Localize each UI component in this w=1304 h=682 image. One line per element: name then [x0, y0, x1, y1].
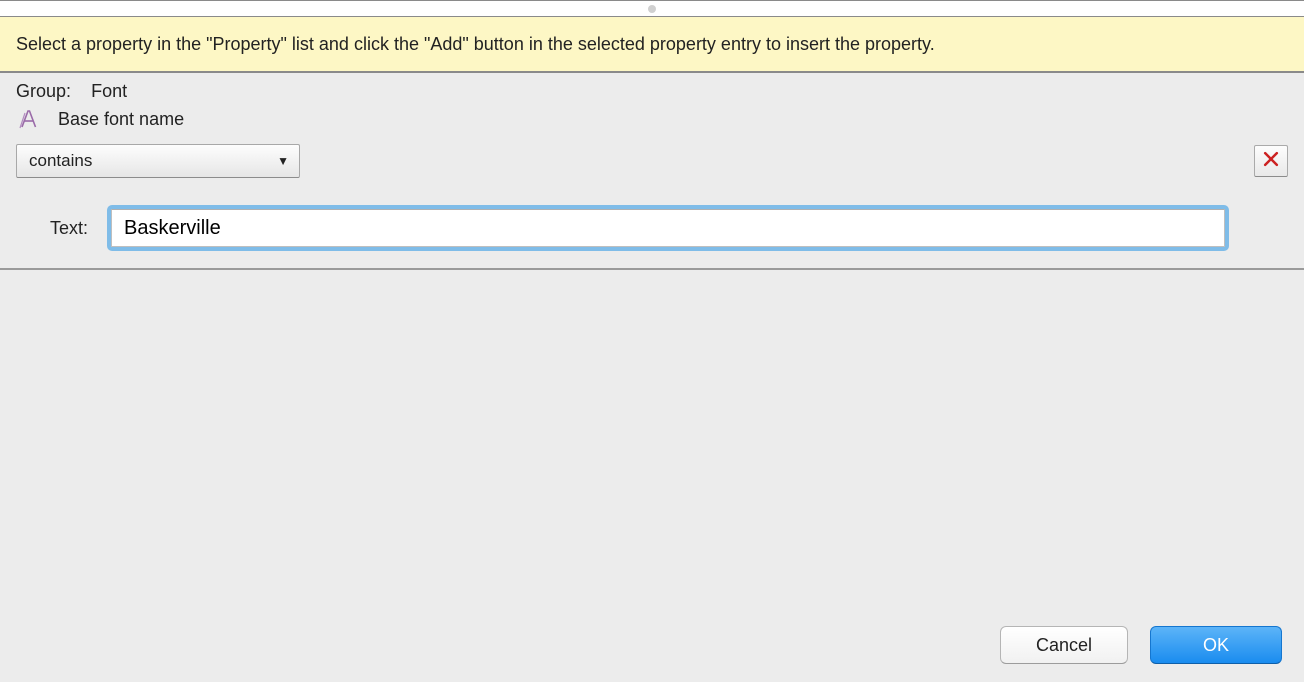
font-property-icon	[16, 106, 42, 132]
ok-button[interactable]: OK	[1150, 626, 1282, 664]
property-row: Base font name	[0, 104, 1304, 140]
group-label: Group:	[16, 81, 71, 101]
info-banner: Select a property in the "Property" list…	[0, 17, 1304, 73]
condition-row: contains ▼	[0, 140, 1304, 186]
group-row: Group: Font	[0, 73, 1304, 104]
condition-selected-value: contains	[29, 151, 92, 171]
text-input-row: Text:	[0, 186, 1304, 270]
group-value: Font	[91, 81, 127, 101]
property-name: Base font name	[58, 109, 184, 130]
ok-button-label: OK	[1203, 635, 1229, 656]
remove-condition-button[interactable]	[1254, 145, 1288, 177]
cancel-button-label: Cancel	[1036, 635, 1092, 656]
window-titlebar-strip	[0, 1, 1304, 17]
condition-combobox[interactable]: contains ▼	[16, 144, 300, 178]
text-field-focus-ring	[108, 206, 1228, 250]
delete-x-icon	[1261, 149, 1281, 174]
chevron-down-icon: ▼	[277, 154, 289, 168]
dialog-window: Select a property in the "Property" list…	[0, 0, 1304, 682]
info-banner-text: Select a property in the "Property" list…	[16, 34, 935, 54]
drag-indicator-icon	[648, 5, 656, 13]
dialog-footer: Cancel OK	[1000, 626, 1282, 664]
cancel-button[interactable]: Cancel	[1000, 626, 1128, 664]
text-field-label: Text:	[50, 218, 88, 239]
text-input[interactable]	[111, 209, 1225, 247]
